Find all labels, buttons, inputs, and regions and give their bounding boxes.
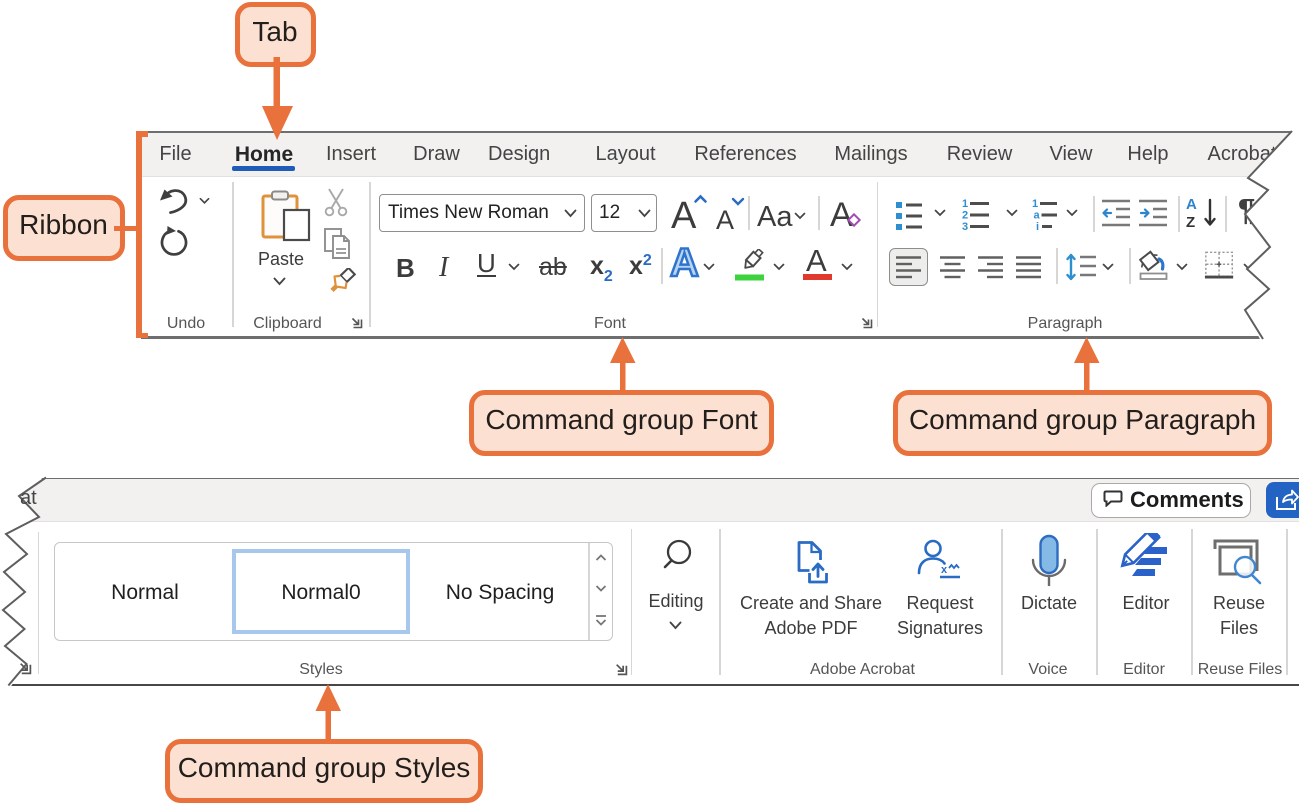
svg-text:2: 2 — [962, 210, 968, 222]
svg-text:3: 3 — [962, 221, 968, 233]
svg-text:x: x — [941, 564, 948, 576]
svg-text:A: A — [1186, 196, 1197, 213]
svg-text:Z: Z — [1186, 214, 1195, 230]
svg-text:a: a — [1034, 210, 1041, 222]
svg-text:1: 1 — [962, 198, 968, 210]
svg-text:1: 1 — [1032, 198, 1038, 210]
svg-text:i: i — [1036, 221, 1039, 233]
